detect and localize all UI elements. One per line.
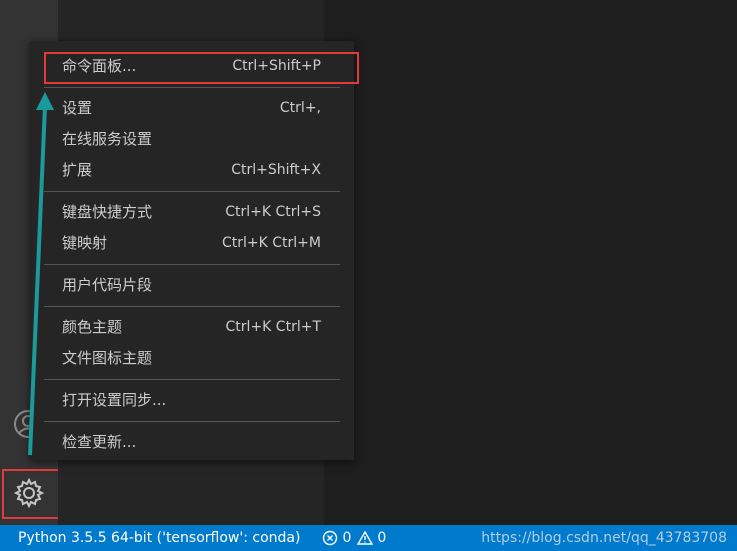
menu-item-turn-on-settings-sync[interactable]: 打开设置同步...: [30, 385, 354, 416]
menu-separator: [44, 264, 340, 265]
menu-item-extensions[interactable]: 扩展 Ctrl+Shift+X: [30, 155, 354, 186]
menu-item-label: 打开设置同步...: [62, 391, 167, 409]
menu-item-label: 检查更新...: [62, 433, 137, 451]
warning-icon: [357, 530, 374, 545]
menu-item-keyboard-shortcuts[interactable]: 键盘快捷方式 Ctrl+K Ctrl+S: [30, 197, 354, 228]
menu-item-label: 在线服务设置: [62, 130, 153, 148]
menu-separator: [44, 421, 340, 422]
menu-item-shortcut: Ctrl+K Ctrl+S: [225, 204, 321, 220]
menu-item-shortcut: Ctrl+K Ctrl+T: [225, 319, 321, 335]
menu-item-shortcut: Ctrl+,: [279, 100, 321, 116]
menu-separator: [44, 87, 340, 88]
command-palette-highlight-box: [44, 52, 359, 84]
python-interpreter-status[interactable]: Python 3.5.5 64-bit ('tensorflow': conda…: [18, 525, 300, 551]
menu-item-color-theme[interactable]: 颜色主题 Ctrl+K Ctrl+T: [30, 312, 354, 343]
menu-item-check-for-updates[interactable]: 检查更新...: [30, 427, 354, 458]
menu-item-keymaps[interactable]: 键映射 Ctrl+K Ctrl+M: [30, 228, 354, 259]
error-icon: [323, 530, 338, 546]
menu-item-settings[interactable]: 设置 Ctrl+,: [30, 93, 354, 124]
menu-separator: [44, 379, 340, 380]
status-bar: Python 3.5.5 64-bit ('tensorflow': conda…: [0, 525, 737, 551]
menu-separator: [44, 306, 340, 307]
menu-item-label: 键盘快捷方式: [62, 203, 153, 221]
menu-item-label: 文件图标主题: [62, 349, 153, 367]
menu-item-label: 颜色主题: [62, 318, 123, 336]
menu-item-shortcut: Ctrl+K Ctrl+M: [222, 235, 321, 251]
menu-item-online-services-settings[interactable]: 在线服务设置: [30, 124, 354, 155]
warning-count: 0: [377, 530, 387, 546]
problems-status[interactable]: 0 0: [322, 525, 386, 551]
error-count: 0: [342, 530, 352, 546]
editor-area: [324, 0, 737, 525]
menu-item-label: 扩展: [62, 161, 93, 179]
menu-separator: [44, 191, 340, 192]
menu-item-label: 用户代码片段: [62, 276, 153, 294]
manage-context-menu: 命令面板... Ctrl+Shift+P 设置 Ctrl+, 在线服务设置 扩展…: [30, 41, 354, 460]
menu-item-file-icon-theme[interactable]: 文件图标主题: [30, 343, 354, 374]
menu-item-user-snippets[interactable]: 用户代码片段: [30, 270, 354, 301]
watermark-url: https://blog.csdn.net/qq_43783708: [481, 530, 727, 546]
menu-item-shortcut: Ctrl+Shift+X: [231, 162, 321, 178]
menu-item-label: 键映射: [62, 234, 108, 252]
menu-item-label: 设置: [62, 99, 93, 117]
